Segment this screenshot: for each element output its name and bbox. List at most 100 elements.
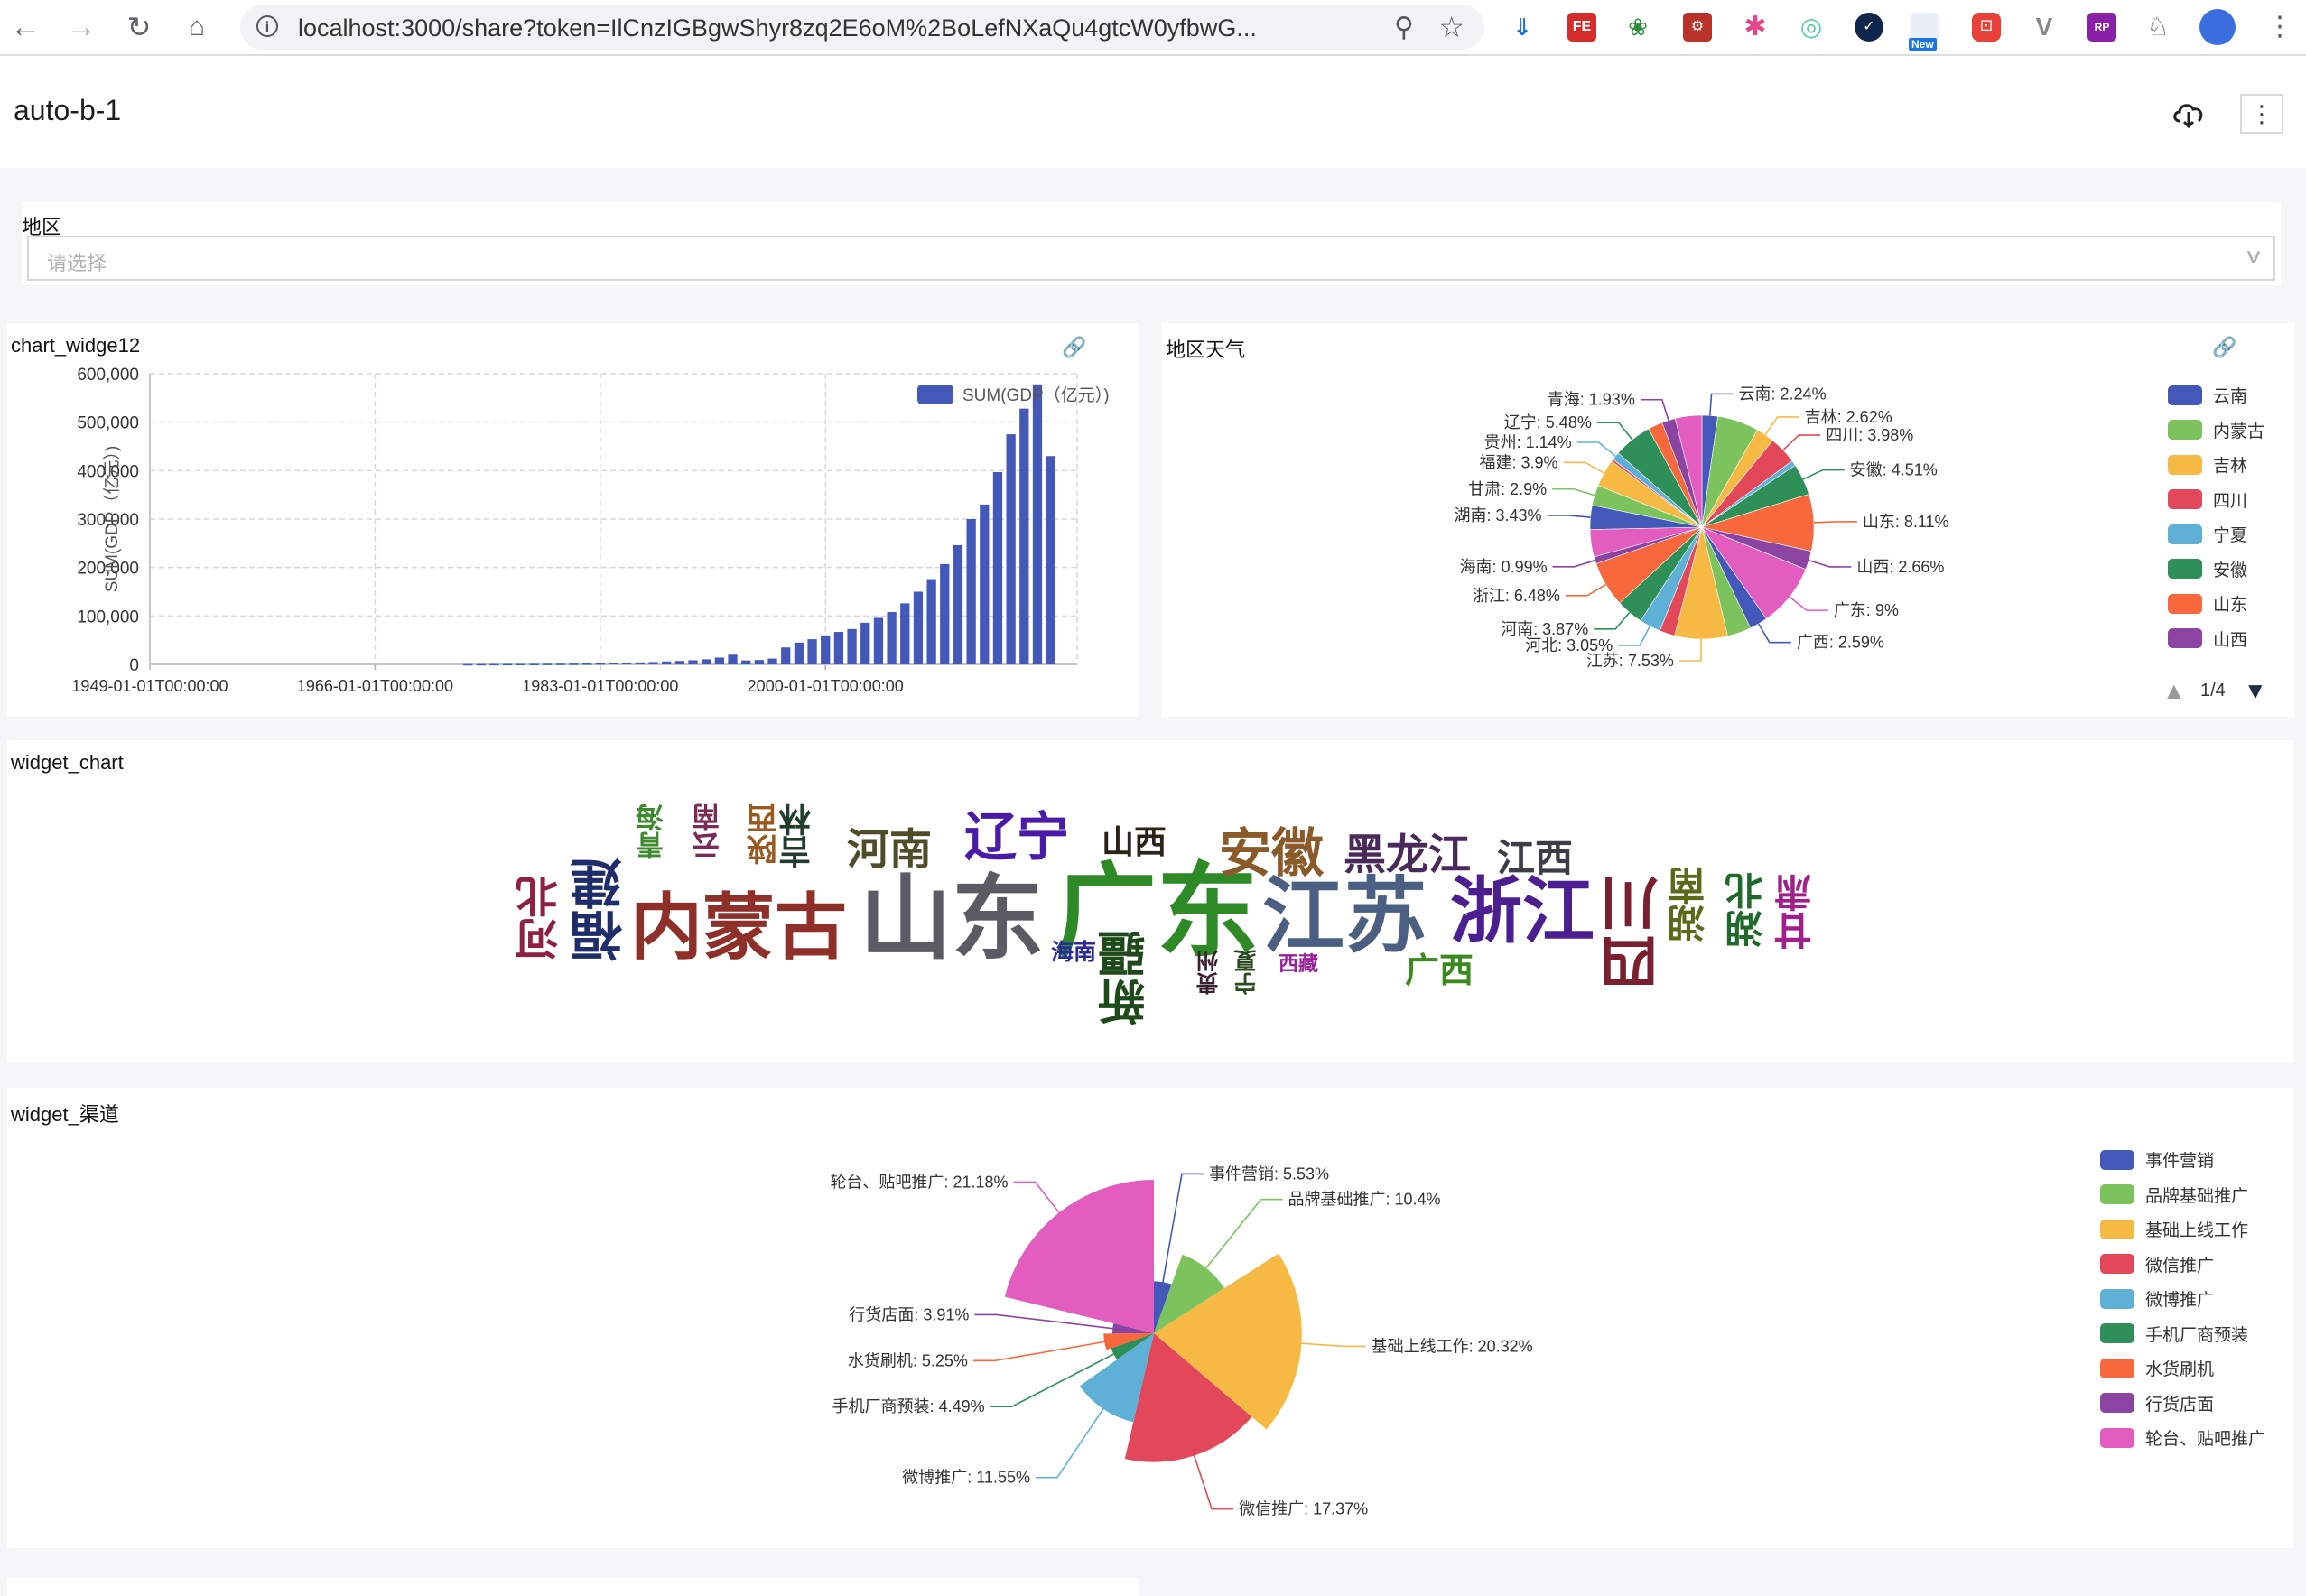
legend-item[interactable]: 山西 — [2168, 626, 2247, 651]
y-tick-label: 500,000 — [77, 414, 139, 433]
word-cloud-word[interactable]: 海南 — [1051, 941, 1096, 963]
address-bar[interactable]: i localhost:3000/share?token=IlCnzIGBgwS… — [240, 5, 1484, 50]
y-tick-label: 0 — [129, 656, 139, 675]
bar — [543, 663, 553, 665]
word-cloud-word[interactable]: 福建 — [570, 858, 631, 962]
bar — [741, 660, 751, 664]
legend-item[interactable]: 云南 — [2168, 383, 2247, 407]
browser-toolbar: ← → ↻ ⌂ i localhost:3000/share?token=IlC… — [0, 0, 2306, 56]
bar — [555, 663, 565, 665]
word-cloud-word[interactable]: 甘肃 — [1773, 874, 1818, 950]
word-cloud-word[interactable]: 河南 — [847, 829, 932, 871]
label-leader-line — [1709, 393, 1734, 416]
legend-item[interactable]: 事件营销 — [2100, 1147, 2214, 1172]
bar — [728, 654, 738, 664]
x-tick-label: 1949-01-01T00:00:00 — [71, 677, 228, 695]
legend-item[interactable]: 安徽 — [2168, 557, 2247, 581]
gdp-bar-widget: chart_widge12 🔗 0 100,000 200,000 300,000 40… — [7, 323, 1139, 717]
back-arrow-icon[interactable]: ← — [9, 11, 42, 43]
bar — [569, 663, 579, 665]
bar — [926, 579, 936, 664]
legend-label: 微信推广 — [2145, 1256, 2215, 1276]
word-cloud-word[interactable]: 河北 — [516, 876, 566, 960]
profile-avatar[interactable] — [2199, 9, 2236, 45]
word-cloud-word[interactable]: 宁夏 — [1233, 950, 1260, 995]
new-extension-icon[interactable]: New — [1909, 13, 1939, 51]
word-cloud-word[interactable]: 山东 — [860, 874, 1044, 966]
slice-label: 吉林: 2.62% — [1805, 408, 1892, 426]
word-cloud-word[interactable]: 湖北 — [1725, 872, 1769, 948]
forward-arrow-icon[interactable]: → — [65, 11, 98, 43]
cloud-download-icon — [2173, 104, 2203, 129]
legend-swatch — [2168, 628, 2202, 648]
word-cloud-word[interactable]: 云南 — [693, 803, 725, 859]
bar — [767, 658, 777, 664]
word-cloud-word[interactable]: 湖南 — [1667, 867, 1711, 942]
bar — [1019, 408, 1029, 664]
word-cloud-word[interactable]: 浙江 — [1450, 876, 1595, 948]
word-cloud-word[interactable]: 贵州 — [1195, 950, 1222, 995]
cloud-download-button[interactable] — [2171, 97, 2207, 130]
label-leader-line — [1547, 515, 1591, 518]
legend-item[interactable]: 品牌基础推广 — [2100, 1183, 2248, 1207]
rp-extension-icon[interactable]: RP — [2087, 13, 2116, 42]
reload-icon[interactable]: ↻ — [123, 11, 155, 43]
paw-extension-icon[interactable]: ❀ — [1623, 13, 1652, 42]
legend-label: 四川 — [2213, 491, 2248, 511]
word-cloud-word[interactable]: 陕西 — [747, 803, 783, 865]
legend-next-page-icon[interactable]: ▼ — [2244, 677, 2267, 705]
legend-item[interactable]: 吉林 — [2168, 452, 2247, 477]
puzzle-extensions-icon[interactable]: ♘ — [2143, 13, 2172, 42]
legend-swatch — [2100, 1427, 2134, 1448]
site-info-icon[interactable]: i — [256, 15, 278, 37]
legend-item[interactable]: 基础上线工作 — [2100, 1217, 2248, 1241]
word-cloud-word[interactable]: 江苏 — [1262, 876, 1427, 958]
legend-item[interactable]: 微博推广 — [2100, 1286, 2214, 1311]
legend-item[interactable]: 水货刷机 — [2100, 1356, 2214, 1380]
word-cloud-word[interactable]: 广西 — [1405, 953, 1474, 988]
bar — [966, 519, 976, 664]
check-extension-icon[interactable]: ✓ — [1855, 13, 1883, 42]
word-cloud-word[interactable]: 内蒙古 — [630, 892, 847, 964]
url-text[interactable]: localhost:3000/share?token=IlCnzIGBgwShy… — [298, 14, 1257, 42]
home-icon[interactable]: ⌂ — [181, 11, 213, 43]
word-cloud-word[interactable]: 新疆 — [1098, 930, 1153, 1025]
label-leader-line — [1594, 612, 1631, 630]
legend-item[interactable]: 手机厂商预装 — [2100, 1322, 2248, 1346]
word-cloud-word[interactable]: 青海 — [637, 803, 669, 859]
legend-item[interactable]: 轮台、贴吧推广 — [2100, 1425, 2265, 1450]
radar-extension-icon[interactable]: ◎ — [1797, 13, 1826, 42]
legend-item[interactable]: 宁夏 — [2168, 522, 2247, 546]
legend-item[interactable]: 四川 — [2168, 487, 2247, 512]
v-extension-icon[interactable]: V — [2030, 13, 2059, 42]
dice-extension-icon[interactable]: ⚀ — [1972, 13, 2001, 42]
legend-label: 内蒙古 — [2213, 422, 2265, 441]
slice-label: 山东: 8.11% — [1863, 513, 1949, 531]
more-options-button[interactable]: ⋮ — [2240, 94, 2283, 134]
legend-prev-page-icon[interactable]: ▲ — [2162, 677, 2186, 705]
slice-label: 青海: 1.93% — [1548, 391, 1635, 409]
region-select[interactable]: 请选择 ∨ — [27, 236, 2275, 281]
bar — [529, 663, 539, 665]
legend-item[interactable]: 微信推广 — [2100, 1252, 2214, 1276]
fe-extension-icon[interactable]: FE — [1567, 13, 1596, 42]
legend-item[interactable]: 山东 — [2168, 591, 2247, 616]
word-cloud-word[interactable]: 西藏 — [1279, 955, 1318, 975]
pinwheel-extension-icon[interactable]: ✱ — [1741, 13, 1770, 42]
region-wordcloud-widget: widget_chart 河北 福建 青海 云南 陕西 吉林 河南 辽宁 山西 内蒙古 山东 广东 新疆… — [7, 740, 2293, 1062]
bar — [622, 663, 632, 664]
bar — [913, 591, 924, 664]
bug-extension-icon[interactable]: ⚙ — [1683, 13, 1712, 42]
legend-item[interactable]: 行货店面 — [2100, 1391, 2214, 1415]
word-cloud-word[interactable]: 四川 — [1601, 876, 1668, 991]
zoom-magnifier-icon[interactable]: ⚲ — [1394, 12, 1414, 43]
legend-item[interactable]: 内蒙古 — [2168, 418, 2264, 442]
download-extension-icon[interactable]: ⇓ — [1508, 13, 1537, 42]
bar — [489, 663, 499, 666]
word-cloud-word[interactable]: 辽宁 — [964, 811, 1069, 863]
legend-label: 品牌基础推广 — [2145, 1186, 2249, 1206]
bookmark-star-icon[interactable]: ☆ — [1438, 10, 1464, 44]
word-cloud-word[interactable]: 吉林 — [779, 803, 816, 868]
browser-menu-icon[interactable]: ⋮ — [2266, 11, 2293, 42]
bar — [1032, 384, 1043, 664]
